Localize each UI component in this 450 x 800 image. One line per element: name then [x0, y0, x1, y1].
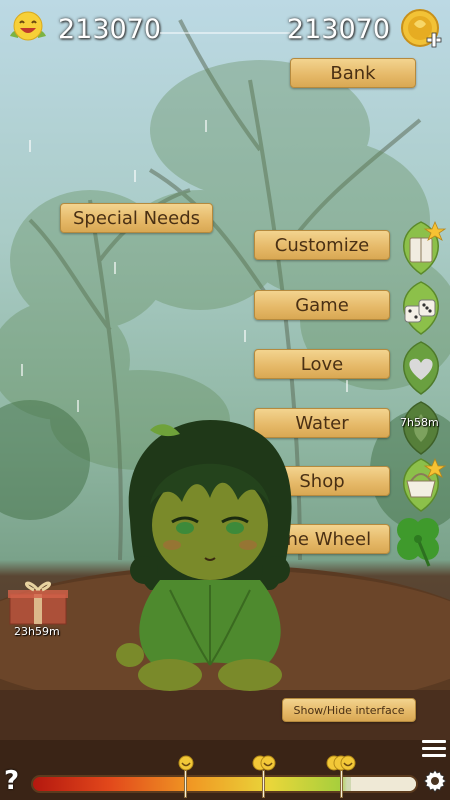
happiness-meter-empty: [350, 777, 416, 791]
water-timer: 7h58m: [400, 416, 439, 429]
help-icon[interactable]: ?: [4, 766, 19, 796]
customize-button[interactable]: Customize: [254, 230, 390, 260]
coin-plus-icon[interactable]: [400, 6, 444, 56]
top-bar: 213070 213070: [0, 0, 450, 60]
gift-box-icon[interactable]: [4, 578, 72, 626]
meter-threshold-3: [340, 770, 343, 798]
one-face-icon: [178, 755, 194, 771]
bank-button[interactable]: Bank: [290, 58, 416, 88]
dice-leaf-icon[interactable]: [395, 278, 447, 336]
coin-counter: 213070: [286, 14, 390, 45]
clover-icon[interactable]: [389, 510, 447, 570]
hamburger-menu-icon[interactable]: [422, 740, 446, 760]
happy-face-icon: [10, 11, 46, 41]
gift-timer: 23h59m: [14, 625, 60, 638]
top-divider: [160, 32, 290, 34]
basket-leaf-icon[interactable]: [395, 455, 447, 513]
love-button[interactable]: Love: [254, 349, 390, 379]
three-faces-icon: [326, 755, 356, 771]
game-button[interactable]: Game: [254, 290, 390, 320]
heart-leaf-icon[interactable]: [395, 338, 447, 396]
wardrobe-leaf-icon[interactable]: [395, 218, 447, 276]
meter-threshold-1: [184, 770, 187, 798]
show-hide-interface-button[interactable]: Show/Hide interface: [282, 698, 416, 722]
happiness-counter: 213070: [58, 14, 162, 45]
gear-icon[interactable]: [422, 768, 448, 794]
two-faces-icon: [252, 755, 276, 771]
special-needs-button[interactable]: Special Needs: [60, 203, 213, 233]
happiness-meter: [31, 775, 418, 793]
plant-girl-character[interactable]: [110, 410, 310, 700]
meter-threshold-2: [262, 770, 265, 798]
